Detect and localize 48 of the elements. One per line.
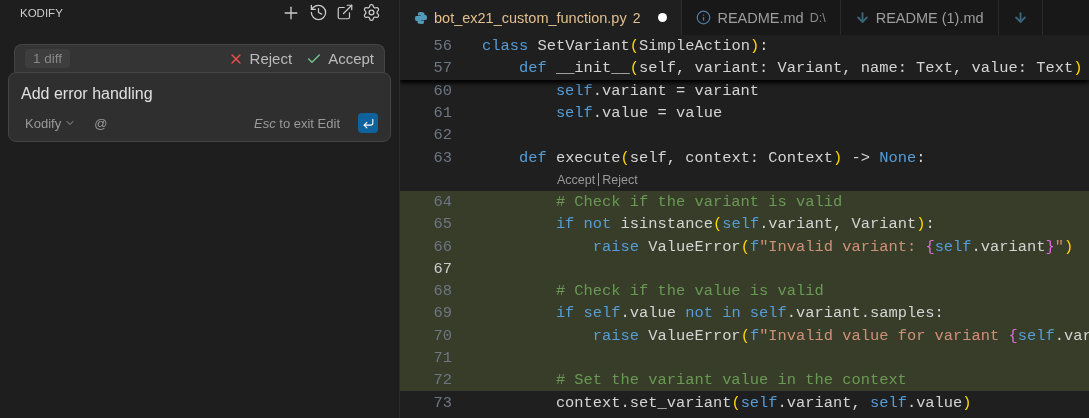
editor-tab[interactable]: bot_ex21_custom_function.py 2 — [400, 0, 683, 35]
reject-link[interactable]: Reject — [602, 172, 638, 187]
mention-button[interactable]: @ — [94, 115, 108, 131]
line-number: 72 — [432, 371, 453, 390]
line-number: 67 — [432, 259, 453, 278]
code-line: if not isinstance(self.variant, Variant): — [554, 215, 935, 234]
history-icon[interactable] — [309, 3, 328, 23]
line-number: 57 — [432, 59, 453, 78]
line-number: 65 — [432, 215, 453, 234]
line-number: 61 — [432, 104, 453, 123]
code-line: raise ValueError(f"Invalid variant: {self.variant}") — [591, 237, 1074, 256]
code-line: self.value = value — [554, 104, 723, 123]
settings-icon[interactable] — [362, 3, 381, 23]
line-number: 71 — [432, 349, 453, 367]
code-line: # Set the variant value in the context — [554, 371, 907, 390]
diff-count: 1 diff — [25, 49, 71, 68]
code-line: def execute(self, context: Context) -> None: — [517, 148, 926, 167]
exit-hint: Esc to exit Edit — [254, 115, 340, 131]
prompt-input[interactable]: Add error handling — [21, 85, 378, 103]
line-number: 60 — [432, 81, 453, 100]
python-icon — [414, 10, 428, 25]
panel-title: KODIFY — [20, 7, 63, 19]
line-number: 66 — [432, 237, 453, 256]
code-line: context.set_variant(self.variant, self.value) — [554, 393, 972, 412]
code-line: # Check if the variant is valid — [554, 192, 843, 211]
code-line: if self.value not in self.variant.samples: — [554, 304, 944, 323]
line-number: 64 — [432, 192, 453, 211]
model-dropdown[interactable]: Kodify — [21, 115, 77, 131]
code-line: class SetVariant(SimpleAction): — [482, 37, 769, 56]
line-number: 63 — [432, 148, 453, 167]
accept-link[interactable]: Accept — [557, 172, 596, 187]
code-line: self.variant = variant — [554, 81, 760, 100]
line-number: 56 — [432, 37, 453, 56]
problem-count: 2 — [632, 9, 641, 26]
line-number: 73 — [432, 393, 453, 412]
line-number: 69 — [432, 304, 453, 323]
reject-button[interactable]: Reject — [227, 50, 293, 67]
info-icon — [696, 10, 712, 25]
code-line: def __init__(self, variant: Variant, name: Text, value: Text) — [517, 59, 1083, 78]
enter-icon — [361, 116, 375, 130]
code-line: # Check if the value is valid — [554, 282, 824, 301]
line-number: 62 — [432, 126, 453, 145]
line-number: 68 — [432, 282, 453, 301]
submit-button[interactable] — [358, 113, 378, 133]
tab-path: D:\ — [809, 10, 826, 25]
modified-dot — [658, 13, 668, 22]
accept-button[interactable]: Accept — [306, 50, 374, 67]
line-number: 70 — [432, 326, 453, 345]
